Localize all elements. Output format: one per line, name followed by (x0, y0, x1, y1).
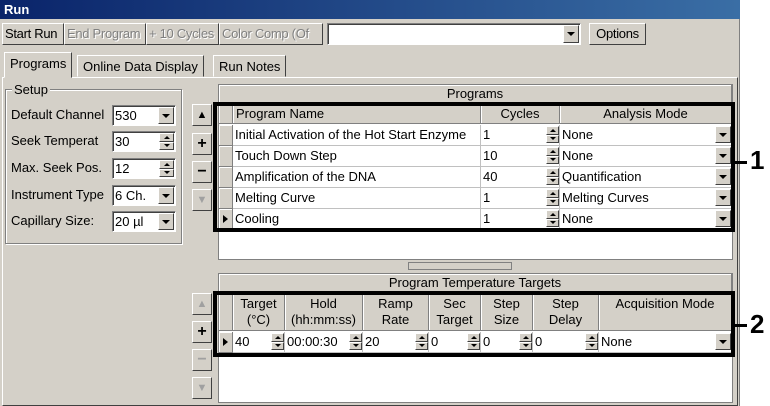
remove-target-button[interactable]: − (192, 349, 212, 371)
move-target-down-button[interactable]: ▼ (192, 377, 212, 399)
plus-icon: + (197, 323, 207, 340)
capillary-size-dropdown[interactable] (158, 213, 174, 230)
capillary-size-label: Capillary Size: (11, 213, 95, 228)
callout-line-1 (735, 161, 747, 164)
chevron-down-icon (162, 113, 170, 118)
setup-legend: Setup (12, 82, 50, 97)
window-title: Run (0, 0, 740, 19)
plus-10-cycles-button[interactable]: + 10 Cycles (146, 23, 219, 45)
minus-icon: − (197, 351, 207, 368)
plus-icon: + (197, 135, 207, 152)
spin-down-button[interactable] (159, 168, 174, 177)
move-program-up-button[interactable]: ▲ (192, 104, 212, 126)
instrument-type-label: Instrument Type (11, 187, 104, 202)
tab-programs[interactable]: Programs (4, 52, 73, 78)
move-target-up-button[interactable]: ▲ (192, 293, 212, 315)
max-seek-pos-label: Max. Seek Pos. (11, 160, 103, 175)
highlight-box-1 (213, 102, 735, 232)
default-channel-dropdown[interactable] (158, 107, 174, 124)
default-channel-value: 530 (115, 108, 137, 123)
default-channel-label: Default Channel (11, 107, 105, 122)
arrow-down-icon: ▼ (196, 194, 208, 206)
spin-up-button[interactable] (159, 133, 174, 142)
spin-down-button[interactable] (159, 141, 174, 150)
remove-program-button[interactable]: − (192, 161, 212, 183)
instrument-type-value: 6 Ch. (115, 188, 147, 203)
highlight-box-2 (213, 291, 735, 357)
options-button[interactable]: Options (589, 23, 646, 45)
add-target-button[interactable]: + (192, 321, 212, 343)
capillary-size-select[interactable]: 20 µl (112, 211, 176, 232)
callout-1: 1 (750, 145, 765, 175)
arrow-up-icon (163, 162, 170, 166)
callout-line-2 (735, 324, 747, 327)
spin-up-button[interactable] (159, 160, 174, 169)
start-run-button[interactable]: Start Run (2, 23, 64, 45)
tab-run-notes[interactable]: Run Notes (213, 55, 287, 77)
arrow-down-icon: ▼ (196, 382, 208, 394)
arrow-up-icon: ▲ (196, 109, 208, 121)
arrow-down-icon (163, 144, 170, 148)
seek-temperature-label: Seek Temperat (11, 133, 99, 148)
max-seek-pos-spin[interactable] (159, 160, 174, 177)
chevron-down-icon (162, 193, 170, 198)
splitter-handle[interactable] (408, 262, 512, 270)
tab-online-data-display[interactable]: Online Data Display (77, 55, 204, 77)
chevron-down-icon (162, 219, 170, 224)
instrument-type-dropdown[interactable] (158, 187, 174, 204)
add-program-button[interactable]: + (192, 133, 212, 155)
chevron-down-icon (567, 32, 575, 36)
minus-icon: − (197, 163, 207, 180)
max-seek-pos-stepper[interactable]: 12 (112, 158, 176, 179)
seek-temperature-value: 30 (115, 134, 130, 149)
program-select[interactable] (327, 23, 581, 45)
seek-temperature-spin[interactable] (159, 133, 174, 150)
arrow-down-icon (163, 171, 170, 175)
arrow-up-icon (163, 135, 170, 139)
arrow-up-icon: ▲ (196, 298, 208, 310)
max-seek-pos-value: 12 (115, 161, 130, 176)
program-select-dropdown[interactable] (563, 25, 579, 43)
color-comp-button[interactable]: Color Comp (Of (219, 23, 323, 45)
seek-temperature-stepper[interactable]: 30 (112, 131, 176, 152)
move-program-down-button[interactable]: ▼ (192, 189, 212, 211)
callout-2: 2 (750, 309, 765, 339)
capillary-size-value: 20 µl (115, 214, 144, 229)
end-program-button[interactable]: End Program (64, 23, 146, 45)
instrument-type-select[interactable]: 6 Ch. (112, 185, 176, 206)
default-channel-select[interactable]: 530 (112, 105, 176, 126)
